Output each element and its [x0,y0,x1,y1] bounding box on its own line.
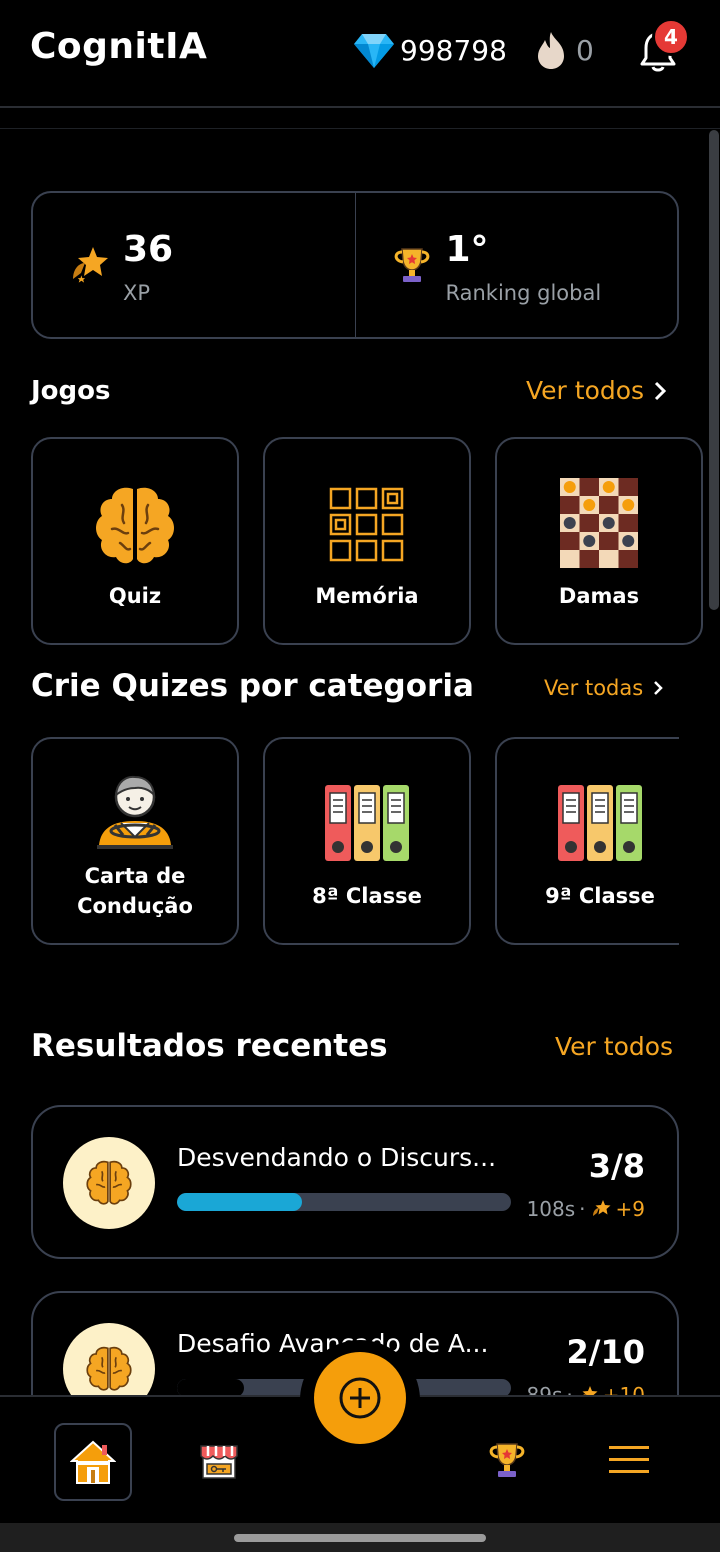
result-card[interactable]: Desvendando o Discurs... 3/8 108s · +9 [31,1105,679,1259]
stats-panel: 36 XP 1° Ranking global [31,191,679,339]
game-card-label: Quiz [108,584,162,608]
binders-icon [323,783,411,863]
category-card-label: 8ª Classe [312,884,422,908]
star-badge-icon [73,247,108,283]
notification-badge: 4 [652,18,690,56]
result-score: 3/8 [588,1147,645,1185]
driver-icon [93,769,177,853]
nav-store-button[interactable] [196,1437,242,1483]
xp-label: XP [123,281,151,305]
categories-see-all-label: Ver todas [544,676,644,700]
category-card-9a-classe[interactable]: 9ª Classe [495,737,679,945]
result-progress-fill [177,1193,303,1211]
nav-menu-button[interactable] [606,1443,652,1477]
category-card-carta-de-conducao[interactable]: Carta de Condução [31,737,239,945]
trophy-icon [489,1443,525,1477]
games-title: Jogos [31,376,111,406]
categories-title: Crie Quizes por categoria [31,668,474,704]
memory-grid-icon [329,485,405,565]
store-icon [200,1445,238,1479]
home-indicator[interactable] [234,1534,486,1542]
games-see-all-link[interactable]: Ver todos [526,376,667,405]
result-avatar [63,1137,155,1229]
app-header: CognitIA 998798 0 4 [0,0,720,108]
result-time: 108s [526,1197,576,1221]
checkers-board-icon [560,477,638,569]
nav-home-button[interactable] [54,1423,132,1501]
app-title: CognitIA [30,26,208,67]
game-card-label: Memória [315,584,419,608]
game-card-damas[interactable]: Damas [495,437,703,645]
category-card-label: 9ª Classe [545,884,655,908]
rank-value: 1° [445,229,489,270]
game-card-memoria[interactable]: Memória [263,437,471,645]
menu-icon [609,1446,649,1473]
gems-value: 998798 [400,33,507,67]
xp-value: 36 [123,229,174,270]
category-card-label: Carta de Condução [77,864,193,918]
brain-icon [86,1346,132,1391]
result-score: 2/10 [566,1333,645,1371]
result-separator: · [579,1197,586,1221]
create-fab-button[interactable] [314,1352,406,1444]
game-card-label: Damas [558,584,640,608]
nav-ranking-button[interactable] [484,1437,530,1483]
brain-icon [86,1160,132,1205]
categories-see-all-link[interactable]: Ver todas [544,676,663,700]
flame-icon [538,32,564,69]
binders-icon [556,783,644,863]
streak-counter[interactable]: 0 [536,30,594,70]
chevron-right-icon [654,681,663,695]
xp-stat: 36 XP [33,193,355,337]
games-see-all-label: Ver todos [526,376,645,405]
streak-value: 0 [576,33,594,67]
divider [0,128,720,129]
result-title: Desvendando o Discurs... [177,1143,497,1172]
gems-counter[interactable]: 998798 [354,32,507,68]
results-see-all-link[interactable]: Ver todos [555,1032,673,1061]
trophy-icon [394,248,429,282]
scrollbar[interactable] [709,130,719,610]
result-meta: 108s · +9 [527,1197,645,1221]
category-card-8a-classe[interactable]: 8ª Classe [263,737,471,945]
result-progress-bar [177,1193,511,1211]
rank-stat: 1° Ranking global [354,193,678,337]
star-badge-icon [592,1200,611,1216]
diamond-icon [354,34,394,68]
brain-icon [92,481,178,571]
chevron-right-icon [655,381,667,400]
home-icon [70,1440,116,1484]
result-xp: +9 [615,1197,645,1221]
game-card-quiz[interactable]: Quiz [31,437,239,645]
rank-label: Ranking global [445,281,602,305]
add-circle-icon [339,1377,381,1419]
results-see-all-label: Ver todos [555,1032,674,1061]
results-title: Resultados recentes [31,1028,388,1064]
